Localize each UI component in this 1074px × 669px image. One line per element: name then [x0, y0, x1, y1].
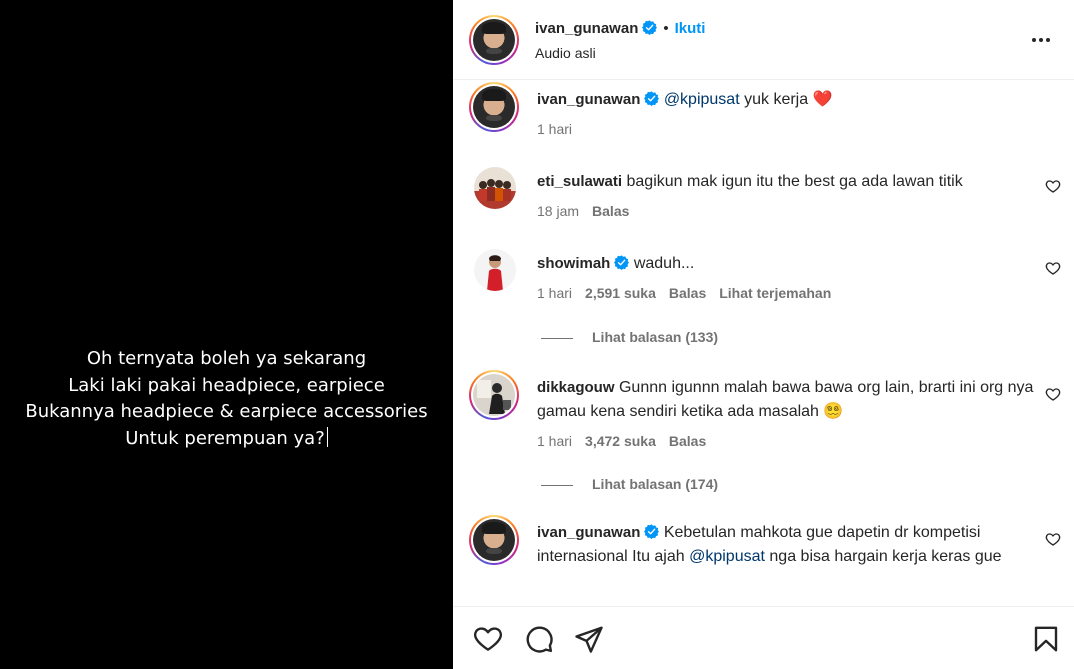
- replies-divider: [541, 484, 573, 486]
- mention-link[interactable]: @kpipusat: [664, 91, 740, 108]
- heart-outline-icon[interactable]: [1045, 386, 1061, 402]
- view-replies-label: Lihat balasan (133): [592, 329, 719, 345]
- comment-username[interactable]: showimah: [537, 255, 610, 272]
- comment-time[interactable]: 1 hari: [537, 121, 572, 137]
- comment-time[interactable]: 18 jam: [537, 203, 579, 219]
- comments-list[interactable]: ivan_gunawan @kpipusat yuk kerja ❤️ 1 ha…: [453, 81, 1074, 606]
- comment-text: dikkagouw Gunnn igunnn malah bawa bawa o…: [537, 376, 1037, 424]
- commenter-avatar[interactable]: [469, 82, 519, 132]
- comment-icon[interactable]: [524, 624, 554, 654]
- verified-badge-icon: [644, 524, 660, 539]
- man-photo-avatar-image: [473, 374, 515, 416]
- header-user-line: ivan_gunawan • Ikuti: [535, 20, 705, 37]
- commenter-avatar[interactable]: [469, 515, 519, 565]
- replies-divider: [541, 337, 573, 339]
- commenter-avatar[interactable]: [469, 370, 519, 420]
- author-avatar-image: [473, 19, 515, 61]
- bookmark-icon[interactable]: [1031, 624, 1061, 654]
- media-line-1: Oh ternyata boleh ya sekarang: [86, 348, 367, 369]
- reply-button[interactable]: Balas: [592, 203, 629, 219]
- comment-time[interactable]: 1 hari: [537, 285, 572, 301]
- text-caret: [326, 426, 328, 447]
- commenter-avatar[interactable]: [474, 167, 516, 209]
- commenter-avatar[interactable]: [474, 249, 516, 291]
- view-replies-button[interactable]: Lihat balasan (133): [541, 329, 718, 345]
- comment-body: yuk kerja ❤️: [739, 91, 833, 108]
- post-header: ivan_gunawan • Ikuti Audio asli: [453, 0, 1074, 80]
- comment-time[interactable]: 1 hari: [537, 433, 572, 449]
- comment-username[interactable]: dikkagouw: [537, 379, 615, 396]
- reply-button[interactable]: Balas: [669, 433, 706, 449]
- comment-body: waduh...: [633, 255, 695, 272]
- group-photo-avatar-image: [474, 167, 516, 209]
- post-actions-bar: [453, 606, 1074, 669]
- post-sidebar: ivan_gunawan • Ikuti Audio asli ivan_gunaw…: [453, 0, 1074, 669]
- like-count[interactable]: 2,591 suka: [585, 285, 656, 301]
- media-line-2: Laki laki pakai headpiece, earpiece: [68, 374, 385, 396]
- more-options-icon[interactable]: [1029, 28, 1053, 52]
- comment-text: eti_sulawati bagikun mak igun itu the be…: [537, 170, 1037, 194]
- audio-link[interactable]: Audio asli: [535, 45, 596, 61]
- media-line-4-text: Untuk perempuan ya?: [125, 427, 325, 449]
- media-line-4: Untuk perempuan ya?: [0, 426, 453, 453]
- mention-link[interactable]: @kpipusat: [689, 548, 765, 565]
- comment-body-end: nga bisa hargain kerja keras gue: [764, 548, 1002, 565]
- media-line-3: Bukannya headpiece & earpiece accessorie…: [25, 401, 428, 422]
- comment-text: ivan_gunawan @kpipusat yuk kerja ❤️: [537, 88, 1037, 112]
- header-separator: •: [663, 20, 669, 37]
- heart-outline-icon[interactable]: [1045, 260, 1061, 276]
- media-caption-text: Oh ternyata boleh ya sekarang Laki laki …: [0, 346, 453, 452]
- like-count[interactable]: 3,472 suka: [585, 433, 656, 449]
- comment-meta: 18 jam Balas: [537, 203, 642, 219]
- view-replies-button[interactable]: Lihat balasan (174): [541, 476, 718, 492]
- post-media[interactable]: Oh ternyata boleh ya sekarang Laki laki …: [0, 0, 453, 669]
- comment-username[interactable]: ivan_gunawan: [537, 91, 640, 108]
- commenter-avatar-image: [473, 519, 515, 561]
- verified-badge-icon: [644, 91, 660, 106]
- comment-text: ivan_gunawan Kebetulan mahkota gue dapet…: [537, 521, 1017, 569]
- comment-meta: 1 hari: [537, 121, 585, 137]
- like-heart-icon[interactable]: [473, 624, 503, 654]
- share-icon[interactable]: [574, 624, 604, 654]
- follow-button[interactable]: Ikuti: [675, 20, 706, 37]
- author-avatar[interactable]: [469, 15, 519, 65]
- comment-meta: 1 hari 2,591 suka Balas Lihat terjemahan: [537, 285, 844, 301]
- comment-username[interactable]: ivan_gunawan: [537, 524, 640, 541]
- reply-button[interactable]: Balas: [669, 285, 706, 301]
- heart-outline-icon[interactable]: [1045, 531, 1061, 547]
- comment-body: bagikun mak igun itu the best ga ada law…: [626, 173, 963, 190]
- comment-meta: 1 hari 3,472 suka Balas: [537, 433, 719, 449]
- comment-username[interactable]: eti_sulawati: [537, 173, 622, 190]
- commenter-avatar-image: [473, 86, 515, 128]
- comment-text: showimah waduh...: [537, 252, 1037, 276]
- woman-red-dress-avatar-image: [474, 249, 516, 291]
- verified-badge-icon: [642, 20, 658, 35]
- view-replies-label: Lihat balasan (174): [592, 476, 719, 492]
- verified-badge-icon: [614, 255, 630, 270]
- heart-outline-icon[interactable]: [1045, 178, 1061, 194]
- author-username[interactable]: ivan_gunawan: [535, 20, 638, 37]
- translate-link[interactable]: Lihat terjemahan: [719, 285, 831, 301]
